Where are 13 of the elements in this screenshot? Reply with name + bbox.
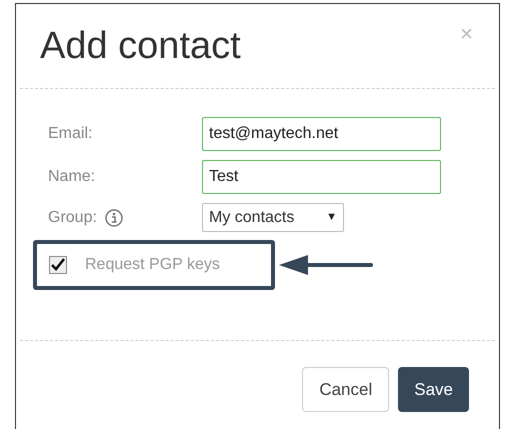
checkbox[interactable] (49, 256, 67, 274)
checkbox-label: Request PGP keys (85, 255, 220, 275)
dialog-title: Add contact (40, 24, 241, 69)
input-field[interactable]: Test (202, 160, 441, 194)
cancel-button[interactable]: Cancel (302, 367, 390, 412)
field-label: Group: (48, 208, 97, 228)
save-button[interactable]: Save (398, 367, 469, 412)
group-dropdown[interactable]: My contacts ▼ (202, 203, 344, 232)
input-field[interactable]: test@maytech.net (202, 117, 441, 151)
field-label: Name: (48, 167, 96, 187)
arrow-icon (279, 255, 373, 275)
info-icon[interactable] (104, 208, 123, 226)
field-label: Email: (48, 124, 92, 144)
